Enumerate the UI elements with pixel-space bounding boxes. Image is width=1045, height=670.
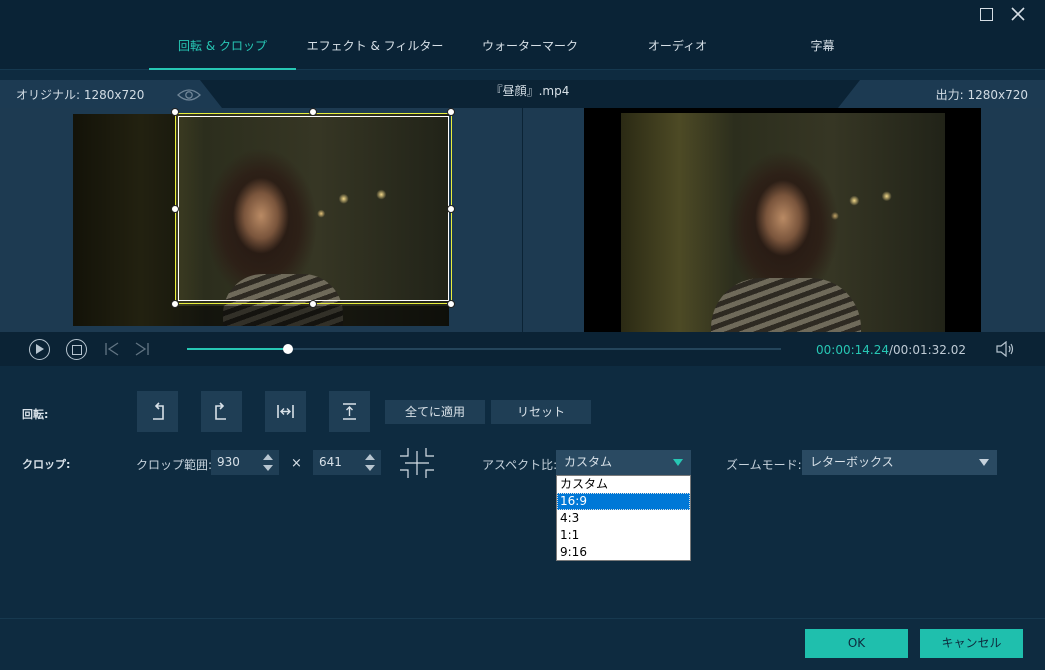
- tab-watermark[interactable]: ウォーターマーク: [470, 28, 590, 70]
- crop-handle-left[interactable]: [171, 205, 179, 213]
- previous-frame-icon[interactable]: [104, 342, 120, 356]
- rotation-label: 回転:: [22, 408, 49, 421]
- width-increment-icon[interactable]: [263, 454, 273, 460]
- crop-mask-left: [73, 114, 175, 326]
- apply-to-all-button[interactable]: 全てに適用: [385, 400, 485, 424]
- rotate-left-button[interactable]: [137, 391, 178, 432]
- tab-audio[interactable]: オーディオ: [630, 28, 725, 70]
- current-time: 00:00:14.24: [816, 343, 889, 357]
- chevron-down-icon: [979, 459, 989, 466]
- title-bar: [0, 0, 1045, 28]
- total-time: /00:01:32.02: [888, 343, 967, 357]
- crop-height-input[interactable]: 641: [313, 450, 381, 475]
- close-icon[interactable]: [1008, 4, 1028, 24]
- flip-horizontal-button[interactable]: [265, 391, 306, 432]
- zoom-mode-select[interactable]: レターボックス: [802, 450, 997, 475]
- crop-width-input[interactable]: 930: [211, 450, 279, 475]
- width-decrement-icon[interactable]: [263, 465, 273, 471]
- aspect-ratio-select[interactable]: カスタム: [556, 450, 691, 475]
- crop-mask-bottom: [175, 306, 449, 326]
- crop-handle-bottom-right[interactable]: [447, 300, 455, 308]
- flip-horizontal-icon: [277, 405, 294, 418]
- rotate-right-button[interactable]: [201, 391, 242, 432]
- aspect-option-1-1[interactable]: 1:1: [557, 527, 690, 544]
- output-video-image: [621, 113, 945, 332]
- timeline-thumb[interactable]: [282, 344, 293, 354]
- footer-divider: [0, 618, 1045, 619]
- next-frame-icon[interactable]: [134, 342, 150, 356]
- crop-handle-top[interactable]: [309, 108, 317, 116]
- tab-subtitles[interactable]: 字幕: [785, 28, 860, 70]
- rotate-right-icon: [215, 402, 226, 420]
- timeline-progress: [187, 348, 288, 350]
- output-video-frame: [584, 108, 981, 332]
- rotate-left-icon: [153, 402, 164, 420]
- play-button[interactable]: [29, 339, 50, 360]
- dimension-separator: ×: [291, 456, 302, 471]
- timeline-track[interactable]: [187, 348, 781, 350]
- cancel-button[interactable]: キャンセル: [920, 629, 1023, 658]
- output-resolution-label: 出力: 1280x720: [838, 80, 1045, 108]
- aspect-option-9-16[interactable]: 9:16: [557, 544, 690, 561]
- maximize-icon[interactable]: [976, 4, 996, 24]
- eye-icon[interactable]: [176, 87, 202, 103]
- crop-handle-bottom[interactable]: [309, 300, 317, 308]
- height-increment-icon[interactable]: [365, 454, 375, 460]
- flip-vertical-button[interactable]: [329, 391, 370, 432]
- aspect-option-custom[interactable]: カスタム: [557, 476, 690, 493]
- tab-effects-filters[interactable]: エフェクト & フィルター: [305, 28, 445, 70]
- center-crop-icon[interactable]: [399, 447, 435, 479]
- crop-handle-bottom-left[interactable]: [171, 300, 179, 308]
- zoom-mode-value: レターボックス: [810, 455, 894, 469]
- crop-range-label: クロップ範囲:: [136, 458, 213, 472]
- aspect-option-16-9[interactable]: 16:9: [557, 493, 690, 510]
- tab-rotate-crop[interactable]: 回転 & クロップ: [149, 28, 296, 70]
- crop-height-value: 641: [319, 455, 342, 469]
- ok-button[interactable]: OK: [805, 629, 908, 658]
- aspect-ratio-dropdown: カスタム 16:9 4:3 1:1 9:16: [556, 475, 691, 561]
- crop-label: クロップ:: [22, 458, 71, 471]
- shirt-stripes: [711, 278, 861, 332]
- stop-button[interactable]: [66, 339, 87, 360]
- flip-vertical-icon: [343, 403, 356, 420]
- time-display: 00:00:14.24/00:01:32.02: [816, 343, 966, 357]
- aspect-ratio-value: カスタム: [564, 455, 613, 469]
- crop-handle-right[interactable]: [447, 205, 455, 213]
- chevron-down-icon: [673, 459, 683, 466]
- reset-button[interactable]: リセット: [491, 400, 591, 424]
- tab-bar: 回転 & クロップ エフェクト & フィルター ウォーターマーク オーディオ 字…: [0, 28, 1045, 70]
- crop-handle-top-right[interactable]: [447, 108, 455, 116]
- zoom-mode-label: ズームモード:: [726, 458, 802, 472]
- aspect-option-4-3[interactable]: 4:3: [557, 510, 690, 527]
- crop-rectangle[interactable]: [175, 113, 452, 304]
- video-filename: 『昼顔』.mp4: [490, 84, 570, 98]
- crop-width-value: 930: [217, 455, 240, 469]
- aspect-ratio-label: アスペクト比:: [482, 458, 558, 472]
- crop-handle-top-left[interactable]: [171, 108, 179, 116]
- volume-icon[interactable]: [995, 340, 1015, 358]
- height-decrement-icon[interactable]: [365, 465, 375, 471]
